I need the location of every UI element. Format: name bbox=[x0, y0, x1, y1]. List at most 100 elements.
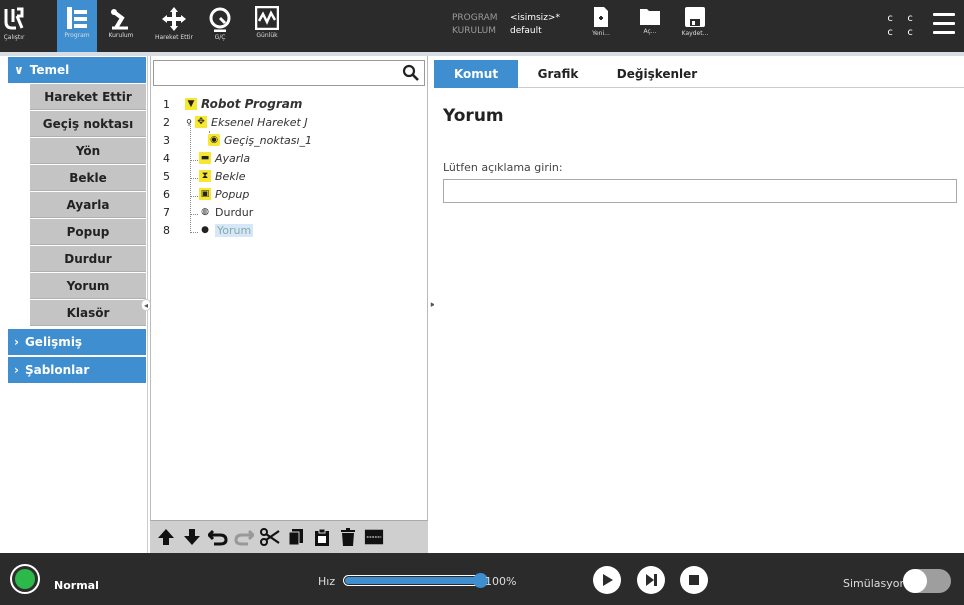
nav-installation-button[interactable]: Kurulum bbox=[97, 0, 145, 52]
stop-icon bbox=[689, 575, 699, 585]
hourglass-icon: ⧗ bbox=[199, 170, 211, 182]
simulation-label: Simülasyon bbox=[843, 577, 907, 590]
tree-row-movej[interactable]: 2 ⚲ ✥ Eksenel Hareket J bbox=[163, 113, 308, 131]
palette-item-halt[interactable]: Durdur bbox=[30, 246, 146, 272]
open-file-button[interactable]: Aç... bbox=[636, 0, 664, 52]
delete-button[interactable] bbox=[338, 526, 358, 548]
tree-row-number: 5 bbox=[163, 169, 170, 183]
play-icon bbox=[603, 574, 613, 586]
tree-node-label: Popup bbox=[215, 187, 250, 201]
play-button[interactable] bbox=[593, 566, 621, 594]
tree-row-set[interactable]: 4 ▬ Ayarla bbox=[163, 149, 250, 167]
move-down-button[interactable] bbox=[182, 526, 202, 548]
new-file-button[interactable]: Yeni... bbox=[588, 0, 614, 52]
tree-row-wait[interactable]: 5 ⧗ Bekle bbox=[163, 167, 246, 185]
suppress-button[interactable] bbox=[364, 526, 384, 548]
search-icon[interactable] bbox=[402, 64, 420, 82]
popup-icon: ▣ bbox=[199, 188, 211, 200]
robot-arm-icon bbox=[111, 9, 128, 30]
io-icon bbox=[209, 7, 231, 32]
status-indicator-icon bbox=[15, 569, 35, 589]
set-icon: ▬ bbox=[199, 152, 211, 164]
nav-run-button[interactable]: Çalıştır bbox=[0, 0, 28, 52]
trash-icon bbox=[341, 528, 355, 546]
palette-item-move[interactable]: Hareket Ettir bbox=[30, 84, 146, 110]
arrow-up-icon bbox=[158, 529, 174, 545]
tab-variables[interactable]: Değişkenler bbox=[612, 60, 702, 88]
tree-search-input[interactable] bbox=[153, 60, 425, 86]
chevron-right-icon: › bbox=[14, 335, 19, 349]
save-file-button[interactable]: Kaydet... bbox=[678, 0, 712, 52]
palette-item-set[interactable]: Ayarla bbox=[30, 192, 146, 218]
tree-row-waypoint[interactable]: 3 ◉ Geçiş_noktası_1 bbox=[163, 131, 313, 149]
stop-button[interactable] bbox=[680, 566, 708, 594]
tab-command[interactable]: Komut bbox=[434, 60, 518, 88]
palette-item-waypoint[interactable]: Geçiş noktası bbox=[30, 111, 146, 137]
nav-move-button[interactable]: Hareket Ettir bbox=[146, 0, 202, 52]
comment-input[interactable] bbox=[443, 179, 957, 203]
nav-io-label: G/Ç bbox=[214, 34, 226, 41]
tree-row-robot-program[interactable]: 1 ▼ Robot Program bbox=[163, 95, 302, 113]
category-templates[interactable]: › Şablonlar bbox=[8, 357, 146, 383]
palette-item-direction[interactable]: Yön bbox=[30, 138, 146, 164]
copy-button[interactable] bbox=[286, 526, 306, 548]
tree-row-popup[interactable]: 6 ▣ Popup bbox=[163, 185, 249, 203]
chevron-right-icon: › bbox=[14, 363, 19, 377]
category-basic-label: Temel bbox=[29, 63, 70, 77]
program-node-palette: ∨ Temel Hareket Ettir Geçiş noktası Yön … bbox=[0, 56, 148, 553]
new-file-icon bbox=[594, 7, 608, 27]
redo-icon bbox=[234, 529, 254, 546]
category-templates-label: Şablonlar bbox=[24, 363, 90, 377]
redo-button[interactable] bbox=[234, 526, 254, 548]
hamburger-menu-icon[interactable] bbox=[933, 13, 955, 40]
category-advanced[interactable]: › Gelişmiş bbox=[8, 329, 146, 355]
palette-item-wait[interactable]: Bekle bbox=[30, 165, 146, 191]
nav-program-button[interactable]: Program bbox=[57, 0, 97, 52]
step-button[interactable] bbox=[637, 566, 665, 594]
simulation-toggle[interactable] bbox=[903, 569, 951, 593]
tab-graphics[interactable]: Grafik bbox=[528, 60, 588, 88]
installation-name: default bbox=[510, 26, 542, 36]
halt-icon: ◍ bbox=[201, 207, 209, 217]
undo-button[interactable] bbox=[208, 526, 228, 548]
palette-item-comment[interactable]: Yorum bbox=[30, 273, 146, 299]
category-advanced-label: Gelişmiş bbox=[24, 335, 83, 349]
scissors-icon bbox=[260, 528, 280, 546]
tree-row-halt[interactable]: 7 ◍ Durdur bbox=[163, 203, 253, 221]
bottom-bar: Normal Hız 100% Simülasyon bbox=[0, 553, 964, 605]
node-title: Yorum bbox=[443, 106, 504, 126]
palette-item-popup[interactable]: Popup bbox=[30, 219, 146, 245]
collapse-triangle-icon[interactable]: ▼ bbox=[185, 98, 197, 110]
folder-icon bbox=[640, 9, 660, 25]
program-key: PROGRAM bbox=[452, 13, 498, 23]
speed-slider[interactable] bbox=[343, 575, 481, 586]
save-disk-icon bbox=[685, 7, 705, 27]
tree-node-label: Geçiş_noktası_1 bbox=[224, 133, 313, 147]
step-icon bbox=[646, 574, 657, 586]
tree-toolbar bbox=[150, 520, 428, 553]
robot-status-button[interactable] bbox=[10, 564, 40, 594]
tree-node-label: Ayarla bbox=[215, 151, 251, 165]
nav-io-button[interactable]: G/Ç bbox=[203, 0, 237, 52]
speed-label: Hız bbox=[318, 575, 336, 588]
speed-slider-fill bbox=[345, 577, 479, 584]
nav-installation-label: Kurulum bbox=[108, 32, 134, 39]
move-up-button[interactable] bbox=[156, 526, 176, 548]
tree-node-label: Robot Program bbox=[201, 97, 303, 111]
pin-icon: ⚲ bbox=[186, 117, 192, 127]
tree-row-number: 6 bbox=[163, 187, 170, 201]
arrow-down-icon bbox=[184, 529, 200, 545]
paste-button[interactable] bbox=[312, 526, 332, 548]
palette-item-folder[interactable]: Klasör bbox=[30, 300, 146, 326]
editor-tabs: Komut Grafik Değişkenler bbox=[434, 60, 964, 88]
tree-node-label: Durdur bbox=[215, 205, 254, 219]
nav-run-label: Çalıştır bbox=[3, 34, 25, 41]
suppress-icon bbox=[364, 529, 384, 545]
category-basic[interactable]: ∨ Temel bbox=[8, 57, 146, 83]
speed-value: 100% bbox=[485, 575, 517, 588]
tree-row-comment-selected[interactable]: 8 ● Yorum bbox=[163, 221, 254, 239]
tree-row-number: 7 bbox=[163, 205, 170, 219]
program-tree-panel: 1 ▼ Robot Program 2 ⚲ ✥ Eksenel Hareket … bbox=[150, 56, 428, 553]
nav-log-button[interactable]: Günlük bbox=[247, 0, 287, 52]
cut-button[interactable] bbox=[260, 526, 280, 548]
